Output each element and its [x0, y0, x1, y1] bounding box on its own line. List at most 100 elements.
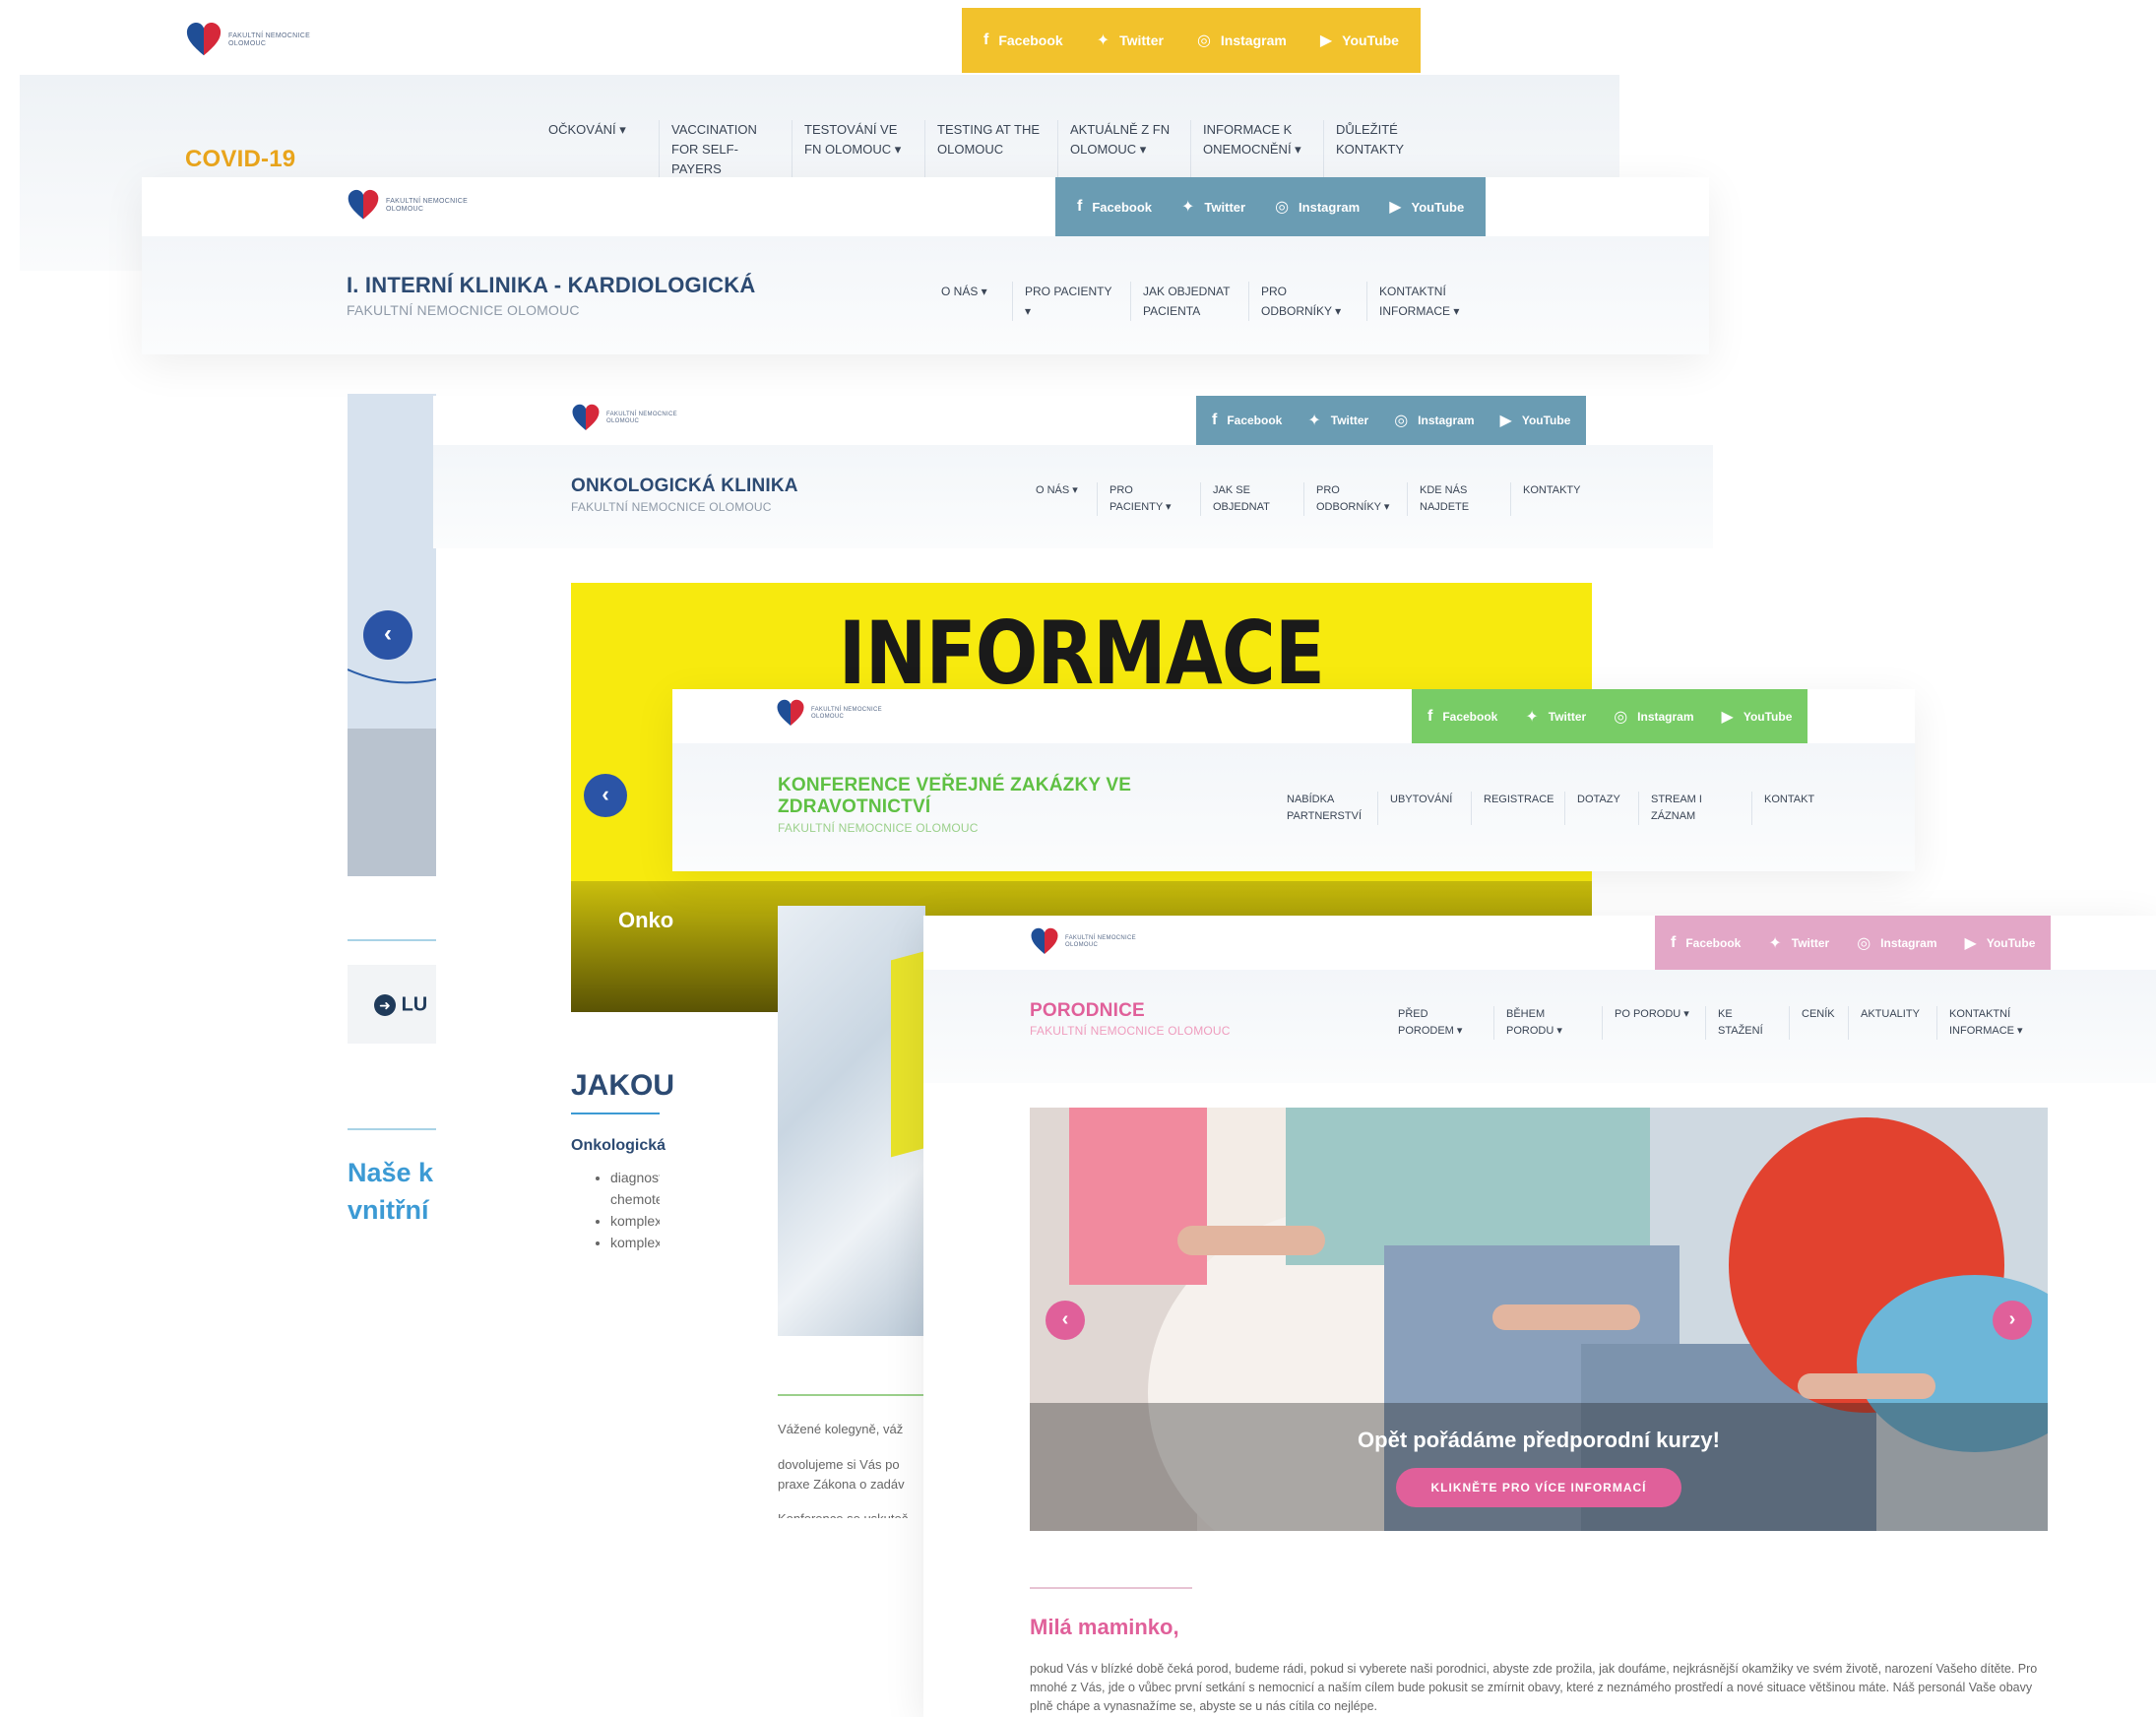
twitter-link[interactable]: ✦ Twitter — [1525, 707, 1586, 727]
kardio-button[interactable]: ➜ LU — [348, 965, 436, 1044]
nav-item[interactable]: PO PORODU ▾ — [1602, 1006, 1705, 1040]
nav-item[interactable]: REGISTRACE — [1471, 792, 1564, 825]
nav-item[interactable]: JAK OBJEDNAT PACIENTA — [1130, 282, 1248, 321]
nav-item[interactable]: DOTAZY — [1564, 792, 1638, 825]
konf-title[interactable]: KONFERENCE VEŘEJNÉ ZAKÁZKY VE ZDRAVOTNIC… — [778, 775, 1132, 818]
nav-item[interactable]: NABÍDKA PARTNERSTVÍ — [1275, 792, 1377, 825]
kardio-site-card: FAKULTNÍ NEMOCNICE OLOMOUC f Facebook ✦ Tw… — [142, 177, 1709, 354]
kardio-slider-prev[interactable]: ‹ — [363, 610, 412, 660]
nav-item[interactable]: UBYTOVÁNÍ — [1377, 792, 1471, 825]
twitter-icon: ✦ — [1096, 32, 1110, 49]
instagram-link[interactable]: ◎ Instagram — [1394, 411, 1474, 430]
facebook-icon: f — [1427, 707, 1433, 725]
fnol-logo[interactable]: FAKULTNÍ NEMOCNICE OLOMOUC — [571, 404, 690, 433]
instagram-link[interactable]: ◎ Instagram — [1197, 31, 1287, 50]
youtube-link[interactable]: ▶ YouTube — [1389, 197, 1464, 217]
youtube-link[interactable]: ▶ YouTube — [1965, 933, 2036, 953]
nav-item[interactable]: O NÁS ▾ — [1024, 482, 1097, 516]
twitter-label: Twitter — [1548, 709, 1587, 724]
youtube-label: YouTube — [1521, 413, 1571, 427]
nav-item[interactable]: KE STAŽENÍ — [1705, 1006, 1789, 1040]
instagram-label: Instagram — [1220, 32, 1287, 48]
youtube-link[interactable]: ▶ YouTube — [1320, 31, 1399, 50]
twitter-label: Twitter — [1791, 935, 1830, 950]
onko-slider-prev[interactable]: ‹ — [584, 774, 627, 817]
onko-title[interactable]: ONKOLOGICKÁ KLINIKA — [571, 476, 798, 497]
nav-item[interactable]: JAK SE OBJEDNAT — [1200, 482, 1303, 516]
instagram-link[interactable]: ◎ Instagram — [1857, 933, 1936, 953]
facebook-link[interactable]: f Facebook — [1212, 412, 1282, 429]
porod-greeting: Milá maminko, — [1030, 1615, 1179, 1639]
fnol-logo[interactable]: FAKULTNÍ NEMOCNICE OLOMOUC — [1030, 927, 1149, 957]
porod-nav: PŘED PORODEM ▾ BĚHEM PORODU ▾ PO PORODU … — [1386, 1006, 2045, 1040]
nav-item[interactable]: PRO ODBORNÍKY ▾ — [1248, 282, 1366, 321]
instagram-icon: ◎ — [1614, 708, 1628, 726]
porod-site-card: FAKULTNÍ NEMOCNICE OLOMOUC f Facebook ✦ Tw… — [923, 916, 2156, 1717]
instagram-link[interactable]: ◎ Instagram — [1275, 197, 1360, 217]
nav-item[interactable]: VACCINATION FOR SELF-PAYERS — [659, 120, 792, 179]
porod-slider-prev[interactable]: ‹ — [1046, 1301, 1085, 1340]
facebook-icon: f — [1671, 933, 1677, 951]
youtube-label: YouTube — [1411, 199, 1465, 215]
nav-item[interactable]: TESTOVÁNÍ VE FN OLOMOUC ▾ — [792, 120, 924, 179]
nav-item[interactable]: OČKOVÁNÍ ▾ — [537, 120, 659, 179]
instagram-link[interactable]: ◎ Instagram — [1614, 707, 1693, 727]
fnol-logo[interactable]: FAKULTNÍ NEMOCNICE OLOMOUC — [776, 699, 895, 729]
twitter-icon: ✦ — [1768, 934, 1782, 952]
facebook-link[interactable]: f Facebook — [983, 32, 1063, 49]
fnol-logo[interactable]: FAKULTNÍ NEMOCNICE OLOMOUC — [347, 189, 479, 223]
twitter-link[interactable]: ✦ Twitter — [1768, 933, 1829, 953]
facebook-link[interactable]: f Facebook — [1671, 934, 1741, 952]
logo-text: FAKULTNÍ NEMOCNICE OLOMOUC — [228, 32, 311, 47]
nav-item[interactable]: O NÁS ▾ — [929, 282, 1012, 321]
kardio-divider-2 — [348, 1128, 436, 1130]
youtube-icon: ▶ — [1319, 32, 1333, 49]
nav-item[interactable]: CENÍK — [1789, 1006, 1848, 1040]
nav-item[interactable]: KONTAKTNÍ INFORMACE ▾ — [1936, 1006, 2045, 1040]
porod-slider-next[interactable]: › — [1993, 1301, 2032, 1340]
twitter-link[interactable]: ✦ Twitter — [1097, 31, 1164, 50]
nav-item[interactable]: KONTAKTNÍ INFORMACE ▾ — [1366, 282, 1485, 321]
kardio-title[interactable]: I. INTERNÍ KLINIKA - KARDIOLOGICKÁ — [347, 273, 755, 298]
nav-item[interactable]: AKTUÁLNĚ Z FN OLOMOUC ▾ — [1057, 120, 1190, 179]
facebook-link[interactable]: f Facebook — [1427, 708, 1497, 726]
fnol-logo[interactable]: FAKULTNÍ NEMOCNICE OLOMOUC — [185, 22, 327, 59]
facebook-label: Facebook — [998, 32, 1063, 48]
twitter-link[interactable]: ✦ Twitter — [1181, 197, 1245, 217]
youtube-icon: ▶ — [1389, 199, 1402, 216]
konf-divider — [778, 1394, 925, 1396]
instagram-label: Instagram — [1418, 413, 1475, 427]
nav-item[interactable]: PRO PACIENTY ▾ — [1012, 282, 1130, 321]
porod-title[interactable]: PORODNICE — [1030, 1000, 1145, 1022]
onko-social-bar: f Facebook ✦ Twitter ◎ Instagram ▶ YouTube — [1196, 396, 1587, 445]
nav-item[interactable]: STREAM I ZÁZNAM — [1638, 792, 1751, 825]
covid-title[interactable]: COVID-19 — [185, 146, 295, 173]
nav-item[interactable]: PRO PACIENTY ▾ — [1097, 482, 1200, 516]
facebook-icon: f — [1212, 412, 1218, 428]
facebook-label: Facebook — [1227, 413, 1283, 427]
onko-nav: O NÁS ▾ PRO PACIENTY ▾ JAK SE OBJEDNAT P… — [1024, 482, 1614, 516]
nav-item[interactable]: PRO ODBORNÍKY ▾ — [1303, 482, 1407, 516]
facebook-label: Facebook — [1442, 709, 1498, 724]
nav-item[interactable]: TESTING AT THE OLOMOUC — [924, 120, 1057, 179]
nav-item[interactable]: INFORMACE K ONEMOCNĚNÍ ▾ — [1190, 120, 1323, 179]
twitter-label: Twitter — [1119, 32, 1164, 48]
nav-item[interactable]: DŮLEŽITÉ KONTAKTY — [1323, 120, 1456, 179]
nav-item[interactable]: KONTAKT — [1751, 792, 1835, 825]
nav-item[interactable]: PŘED PORODEM ▾ — [1386, 1006, 1493, 1040]
porod-hero-button[interactable]: KLIKNĚTE PRO VÍCE INFORMACÍ — [1396, 1468, 1681, 1507]
nav-item[interactable]: AKTUALITY — [1848, 1006, 1936, 1040]
twitter-link[interactable]: ✦ Twitter — [1307, 411, 1368, 430]
youtube-icon: ▶ — [1964, 934, 1977, 952]
nav-item[interactable]: BĚHEM PORODU ▾ — [1493, 1006, 1602, 1040]
list-item: komplex — [610, 1210, 660, 1232]
nav-item[interactable]: KDE NÁS NAJDETE — [1407, 482, 1510, 516]
porod-hero: ‹ › Opět pořádáme předporodní kurzy! KLI… — [1030, 1108, 2048, 1531]
onko-banner-caption: Onko — [618, 908, 674, 932]
facebook-link[interactable]: f Facebook — [1077, 198, 1152, 216]
nav-item[interactable]: KONTAKTY — [1510, 482, 1614, 516]
youtube-link[interactable]: ▶ YouTube — [1500, 411, 1571, 430]
porod-subtitle: FAKULTNÍ NEMOCNICE OLOMOUC — [1030, 1024, 1231, 1038]
youtube-link[interactable]: ▶ YouTube — [1722, 707, 1793, 727]
youtube-label: YouTube — [1743, 709, 1793, 724]
